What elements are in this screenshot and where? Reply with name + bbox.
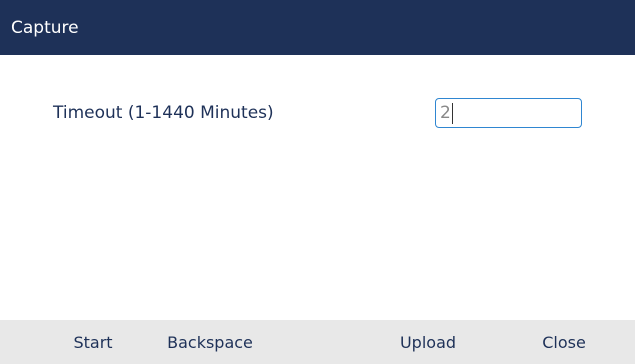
text-caret [451, 102, 453, 124]
timeout-value: 2 [440, 103, 451, 123]
backspace-button[interactable]: Backspace [150, 320, 270, 364]
close-button[interactable]: Close [520, 320, 608, 364]
title-bar: Capture [0, 0, 635, 55]
upload-button[interactable]: Upload [380, 320, 476, 364]
main-content: Timeout (1-1440 Minutes) 2 [0, 55, 635, 320]
timeout-label: Timeout (1-1440 Minutes) [53, 103, 274, 123]
start-button[interactable]: Start [55, 320, 131, 364]
page-title: Capture [11, 17, 79, 38]
softkey-bar: Start Backspace Upload Close [0, 320, 635, 364]
timeout-input[interactable]: 2 [435, 98, 582, 128]
